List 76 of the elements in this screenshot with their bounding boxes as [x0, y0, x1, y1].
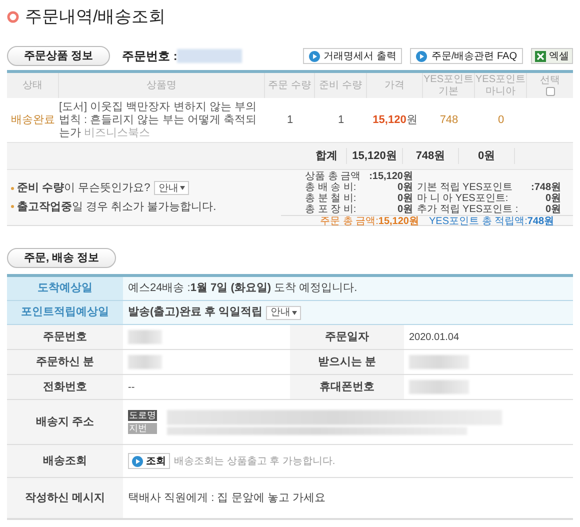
price-text: 15,120원 — [372, 114, 418, 126]
row-label: 배송조회 — [43, 454, 87, 469]
total-label: 합계 — [316, 150, 338, 162]
total-value: 0원 — [478, 150, 496, 162]
summary-label: 총 포 장 비: — [305, 204, 358, 215]
circle-icon — [7, 11, 19, 23]
note-text: 출고작업중일 경우 취소가 불가능합니다. — [17, 200, 216, 214]
row-label: 전화번호 — [43, 380, 87, 395]
summary-label: 추가 적립 YES포인트 : — [416, 204, 520, 215]
address-tag: 지번 — [128, 423, 157, 434]
points-total-label: YES포인트 총 적립액: — [429, 216, 528, 227]
row-label: 받으시는 분 — [318, 354, 376, 370]
row-value: 예스24배송 :1월 7일 (화요일) 도착 예정입니다. — [128, 281, 358, 296]
summary-value: 0원 — [544, 204, 561, 215]
order-number-label: 주문번호 : — [122, 48, 178, 65]
summary-value: 0원 — [396, 182, 413, 193]
address-tag: 도로명 — [128, 410, 157, 421]
row-value: 2020.01.04 — [409, 330, 460, 344]
row-label: 배송지 주소 — [36, 414, 94, 430]
page-title: 주문내역/배송조회 — [25, 6, 166, 28]
caret-icon — [292, 310, 298, 314]
play-icon — [132, 456, 143, 466]
summary-label: 총 분 철 비: — [305, 193, 358, 204]
note-text: 준비 수량이 무슨뜻인가요? — [17, 181, 150, 196]
toolbar-button[interactable]: 거래명세서 출력 — [302, 48, 402, 64]
summary-label: 마 니 아 YES포인트: — [416, 193, 510, 204]
total-value: 748원 — [416, 150, 446, 162]
column-header: 주문 수량 — [268, 80, 311, 92]
row-label: 도착예상일 — [38, 281, 92, 296]
bullet-icon — [11, 186, 14, 190]
column-header: 준비 수량 — [319, 80, 362, 92]
quantity-text: 1 — [286, 114, 294, 126]
row-label: 주문일자 — [325, 330, 369, 345]
hint-text: 배송조회는 상품출고 후 가능합니다. — [174, 454, 336, 468]
play-icon — [416, 50, 428, 62]
order-total-label: 주문 총 금액: — [320, 216, 378, 227]
summary-value: 0원 — [544, 193, 561, 204]
status-text: 배송완료 — [11, 114, 55, 126]
product-title[interactable]: [도서] 이웃집 백만장자 변하지 않는 부의 법칙 : 흔들리지 않는 부는 어떻게 축적되는가 비즈니스북스 — [59, 100, 265, 140]
row-label: 작성하신 메시지 — [24, 490, 106, 506]
summary-value: 0원 — [396, 193, 413, 204]
toolbar-button[interactable]: 주문/배송관련 FAQ — [410, 48, 523, 64]
points-text: 748 — [440, 114, 458, 126]
spreadsheet-icon — [535, 50, 546, 62]
summary-label: 총 배 송 비: — [305, 182, 358, 193]
column-header: 선택 — [540, 75, 560, 87]
row-value: 발송(출고)완료 후 익일적립 — [128, 305, 262, 320]
order-total-value: 15,120원 — [378, 216, 419, 227]
quantity-text: 1 — [338, 114, 344, 126]
row-label: 포인트적립예상일 — [21, 305, 109, 320]
row-label: 휴대폰번호 — [320, 380, 374, 395]
guide-button[interactable]: 안내 — [154, 181, 190, 196]
summary-value: 0원 — [396, 204, 413, 215]
summary-label: 상품 총 금액 — [305, 171, 362, 182]
column-header: 가격 — [384, 80, 404, 92]
column-header: YES포인트 마니아 — [475, 74, 526, 98]
row-label: 주문하신 분 — [36, 354, 94, 370]
excel-button[interactable]: 엑셀 — [531, 48, 573, 64]
row-value: -- — [128, 380, 135, 394]
row-label: 주문번호 — [43, 330, 87, 345]
column-header: 상태 — [22, 80, 42, 92]
column-header: 상품명 — [146, 80, 176, 92]
points-text: 0 — [498, 114, 504, 126]
column-header: YES포인트 기본 — [423, 74, 474, 98]
row-value: 택배사 직원에게 : 집 문앞에 놓고 가세요 — [128, 490, 326, 506]
summary-value: :15,120원 — [369, 171, 413, 182]
summary-label: 기본 적립 YES포인트 — [416, 182, 514, 193]
select-all-checkbox[interactable] — [546, 87, 554, 96]
caret-icon — [180, 186, 186, 190]
total-value: 15,120원 — [352, 150, 397, 162]
guide-button[interactable]: 안내 — [266, 306, 302, 320]
summary-value: :748원 — [530, 182, 561, 193]
lookup-button[interactable]: 조회 — [128, 453, 170, 469]
bullet-icon — [11, 205, 14, 208]
points-total-value: 748원 — [527, 216, 554, 227]
play-icon — [308, 50, 320, 62]
